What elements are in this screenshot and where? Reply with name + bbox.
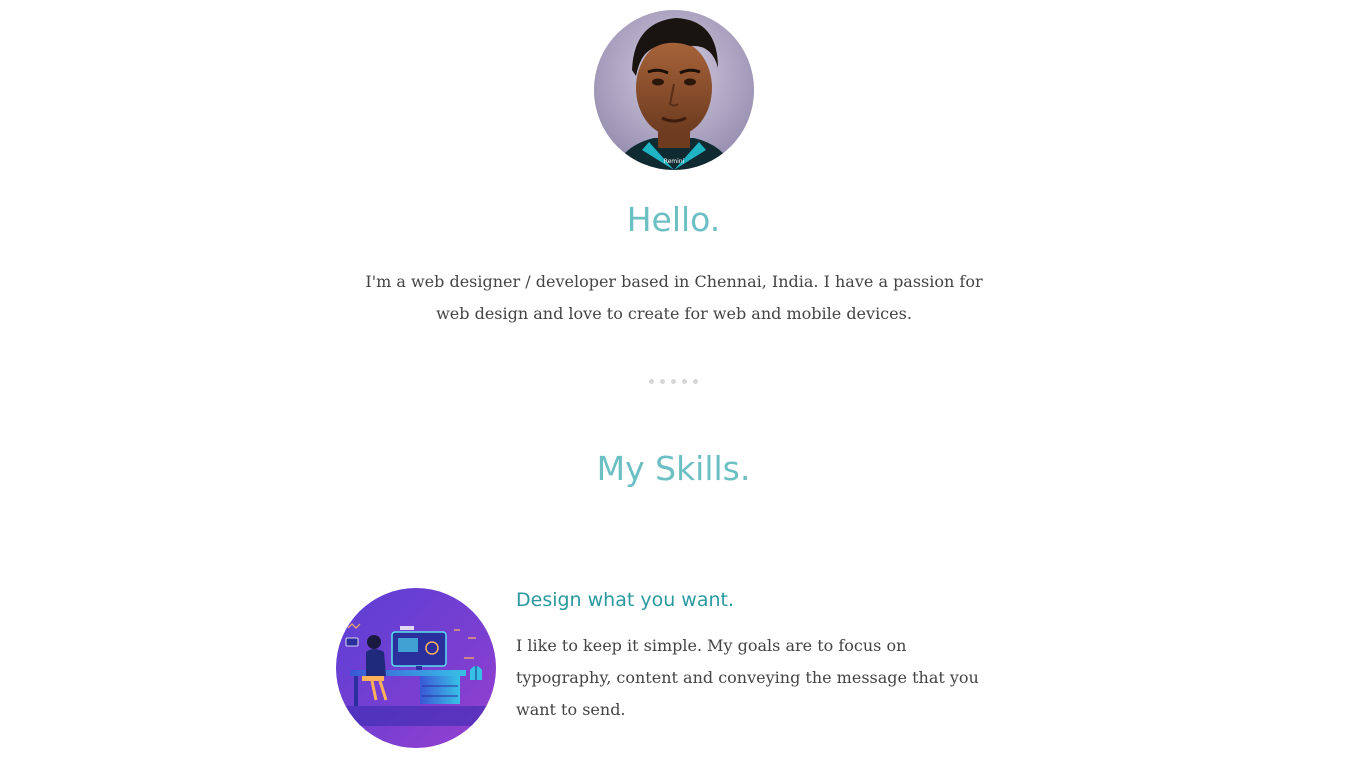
separator-dot <box>660 379 665 384</box>
intro-text: I'm a web designer / developer based in … <box>365 272 983 323</box>
profile-avatar: Remini <box>594 10 754 170</box>
separator-dot <box>649 379 654 384</box>
hello-heading: Hello. <box>626 200 721 239</box>
skills-heading: My Skills. <box>596 449 751 488</box>
designer-workspace-icon <box>336 588 496 748</box>
skill-title: Design what you want. <box>516 589 735 611</box>
skill-illustration <box>336 588 496 748</box>
section-separator <box>0 379 1347 384</box>
separator-dot <box>671 379 676 384</box>
skill-description: I like to keep it simple. My goals are t… <box>516 636 979 719</box>
portrait-icon <box>594 10 754 170</box>
separator-dot <box>682 379 687 384</box>
separator-dot <box>693 379 698 384</box>
avatar-watermark: Remini <box>663 158 685 165</box>
